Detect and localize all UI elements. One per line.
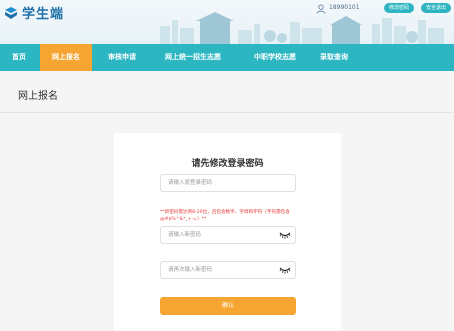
eye-closed-icon[interactable] (279, 231, 291, 239)
nav-item-unified-enrollment[interactable]: 网上统一招生志愿 (154, 44, 232, 71)
city-skyline-illustration (160, 12, 444, 44)
brand-title: 学生端 (22, 7, 65, 22)
confirm-button[interactable]: 确认 (160, 297, 296, 315)
form-title: 请先修改登录密码 (191, 159, 264, 169)
old-password-field[interactable] (160, 174, 296, 192)
logo-icon (5, 7, 17, 19)
header: 学生端 18990101 修改密码 安全退出 (0, 0, 454, 44)
nav-item-review-application[interactable]: 审核申请 (96, 44, 148, 71)
nav-item-admission-query[interactable]: 录取查询 (314, 44, 354, 71)
change-password-button[interactable]: 修改密码 (384, 3, 414, 13)
password-rule-text: **新密码需达到8-20位，且包含数字、字母和字符（字符需包含@#$%^&*_+… (160, 210, 290, 222)
main-nav: 首页 网上报名 审核申请 网上统一招生志愿 中职学校志愿 录取查询 (0, 44, 454, 71)
user-icon (316, 4, 326, 14)
user-phone: 18990101 (329, 4, 360, 11)
confirm-password-input[interactable] (161, 262, 295, 278)
new-password-field[interactable] (160, 226, 296, 244)
confirm-password-field[interactable] (160, 261, 296, 279)
breadcrumb-bar (0, 71, 454, 113)
eye-closed-icon[interactable] (279, 266, 291, 274)
logout-button[interactable]: 安全退出 (421, 3, 451, 13)
old-password-input[interactable] (161, 175, 295, 191)
nav-item-home[interactable]: 首页 (0, 44, 38, 71)
breadcrumb: 网上报名 (18, 91, 58, 102)
new-password-input[interactable] (161, 227, 295, 243)
nav-item-online-registration[interactable]: 网上报名 (40, 44, 92, 71)
nav-item-vocational-school[interactable]: 中职学校志愿 (240, 44, 310, 71)
